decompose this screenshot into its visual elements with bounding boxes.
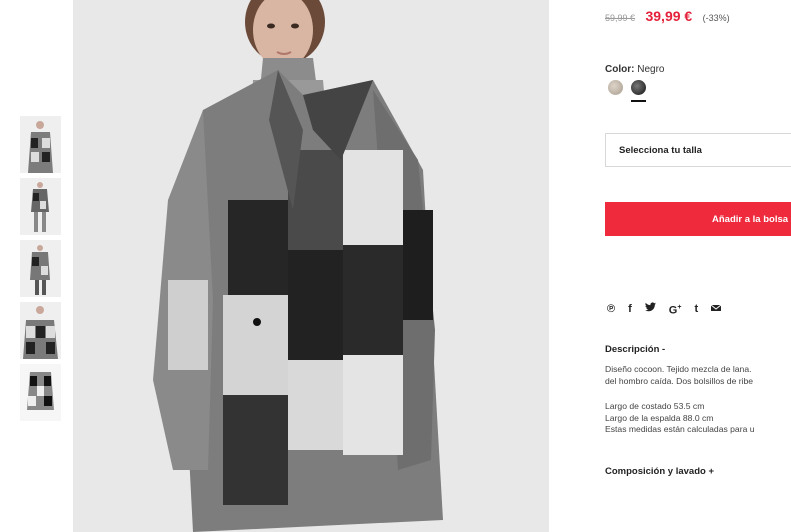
measure-note: Estas medidas están calculadas para u bbox=[605, 424, 755, 434]
color-label-key: Color: bbox=[605, 64, 635, 75]
thumbnail-5-image bbox=[20, 364, 61, 421]
swatch-negro[interactable] bbox=[631, 80, 646, 95]
description-line-2: del hombro caída. Dos bolsillos de ribe bbox=[605, 375, 754, 386]
color-label: Color: Negro bbox=[605, 64, 664, 75]
thumbnail-4-image bbox=[20, 302, 61, 359]
model-coat-illustration bbox=[73, 0, 549, 532]
original-price: 59,99 € bbox=[605, 13, 636, 23]
measurements: Largo de costado 53.5 cm Largo de la esp… bbox=[605, 401, 755, 436]
description-line-1: Diseño cocoon. Tejido mezcla de lana. bbox=[605, 364, 752, 374]
thumbnail-2-image bbox=[20, 178, 61, 235]
google-plus-icon[interactable]: G+ bbox=[669, 301, 682, 318]
swatch-beige[interactable] bbox=[608, 80, 623, 95]
thumbnail-1[interactable] bbox=[20, 116, 61, 173]
thumbnail-5[interactable] bbox=[20, 364, 61, 421]
description-text: Diseño cocoon. Tejido mezcla de lana. de… bbox=[605, 364, 753, 387]
selected-swatch-indicator bbox=[631, 100, 646, 102]
main-product-image[interactable] bbox=[73, 0, 549, 532]
sale-price: 39,99 € bbox=[645, 8, 693, 24]
description-title[interactable]: Descripción - bbox=[605, 344, 665, 355]
thumbnail-gallery bbox=[20, 116, 61, 426]
product-info-panel: 59,99 € 39,99 € (-33%) Color: Negro Sele… bbox=[605, 0, 791, 532]
size-select[interactable]: Selecciona tu talla bbox=[605, 133, 791, 167]
measure-side-length: Largo de costado 53.5 cm bbox=[605, 401, 705, 411]
tumblr-icon[interactable]: t bbox=[694, 303, 698, 316]
facebook-icon[interactable]: f bbox=[628, 303, 632, 316]
thumbnail-1-image bbox=[20, 116, 61, 173]
twitter-icon[interactable] bbox=[644, 302, 656, 316]
share-icons: ℗ f G+ t bbox=[607, 301, 734, 318]
email-icon[interactable] bbox=[710, 303, 722, 316]
composition-toggle[interactable]: Composición y lavado + bbox=[605, 466, 714, 477]
thumbnail-2[interactable] bbox=[20, 178, 61, 235]
price-row: 59,99 € 39,99 € (-33%) bbox=[605, 8, 730, 26]
thumbnail-4[interactable] bbox=[20, 302, 61, 359]
discount-badge: (-33%) bbox=[702, 13, 730, 23]
color-label-value: Negro bbox=[637, 64, 665, 75]
thumbnail-3-image bbox=[20, 240, 61, 297]
add-to-bag-button[interactable]: Añadir a la bolsa bbox=[605, 202, 791, 236]
color-swatches bbox=[608, 80, 646, 95]
pinterest-icon[interactable]: ℗ bbox=[607, 303, 615, 316]
measure-back-length: Largo de la espalda 88.0 cm bbox=[605, 412, 714, 423]
thumbnail-3[interactable] bbox=[20, 240, 61, 297]
